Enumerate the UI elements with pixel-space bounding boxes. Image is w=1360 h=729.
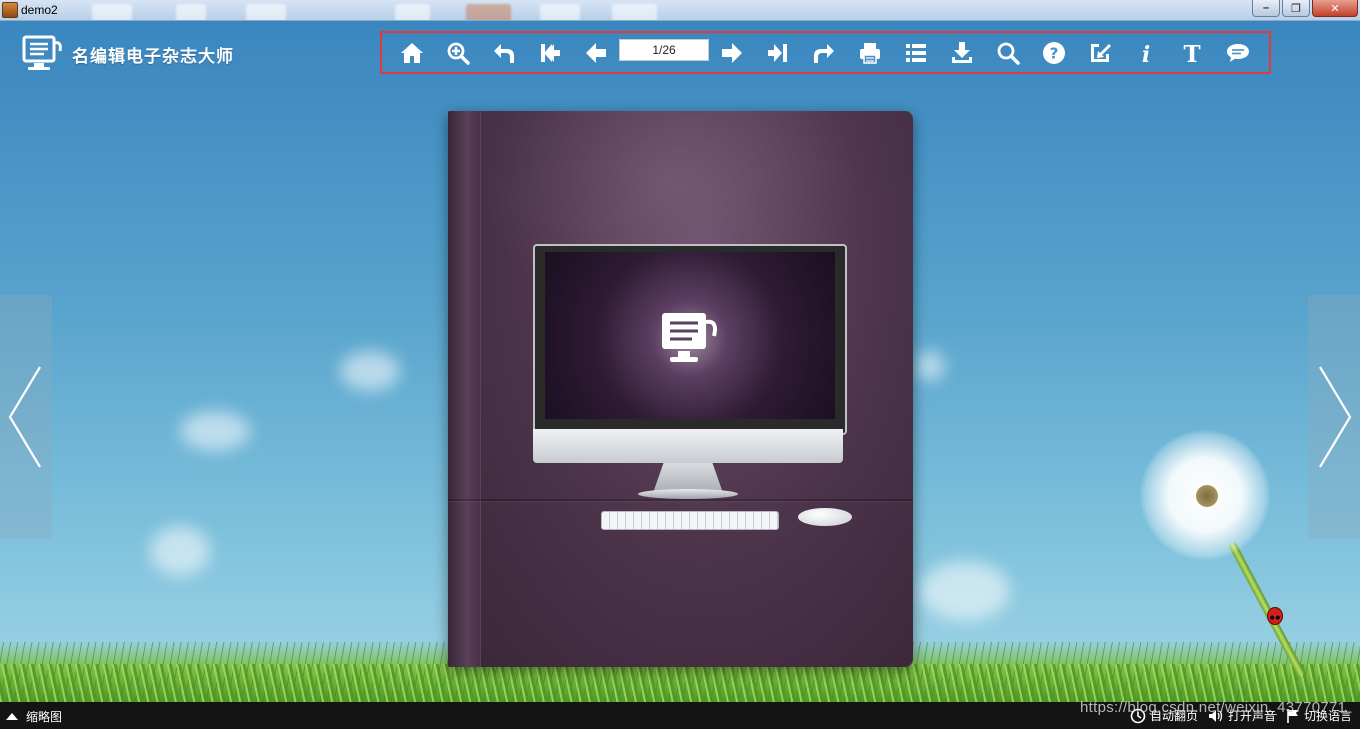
watermark-text: https://blog.csdn.net/weixin_43770771 (1080, 699, 1347, 716)
cloud (920, 561, 1010, 621)
redo-arrow-icon (814, 44, 834, 63)
keyboard-illustration (601, 511, 779, 530)
cloud (915, 351, 945, 381)
comments-button[interactable] (1223, 38, 1253, 68)
cloud (340, 351, 400, 391)
taskbar-ghost (176, 4, 206, 20)
first-page-icon (541, 44, 560, 62)
info-button[interactable]: i (1131, 38, 1161, 68)
info-icon: i (1142, 42, 1150, 65)
thumbnails-button[interactable]: 缩略图 (6, 708, 62, 725)
mouse-illustration (798, 508, 852, 526)
previous-page-button[interactable] (581, 38, 611, 68)
restore-button[interactable]: ❐ (1282, 0, 1310, 17)
search-button[interactable] (993, 38, 1023, 68)
taskbar-ghost (540, 4, 580, 20)
logo-text: 名编辑电子杂志大师 (72, 46, 234, 66)
logo-monitor-icon (22, 35, 68, 73)
export-icon (1091, 44, 1111, 62)
chevron-right-icon (1319, 366, 1352, 468)
arrow-right-icon (722, 43, 742, 63)
taskbar-ghost (612, 4, 657, 20)
close-button[interactable]: ✕ (1312, 0, 1358, 17)
zoom-in-button[interactable] (443, 38, 473, 68)
taskbar-ghost (466, 4, 511, 20)
share-button[interactable] (809, 38, 839, 68)
grass (0, 664, 1360, 702)
cloud (150, 526, 210, 576)
undo-arrow-icon (494, 44, 514, 63)
main-toolbar: 1/26 ? i T (380, 31, 1271, 74)
thumbnails-label: 缩略图 (26, 710, 63, 724)
svg-text:T: T (1183, 41, 1200, 65)
logo-monitor-icon (662, 313, 717, 362)
chevron-left-icon (8, 366, 41, 468)
table-of-contents-button[interactable] (901, 38, 931, 68)
back-button[interactable] (489, 38, 519, 68)
monitor-screen (545, 252, 835, 419)
app-icon (2, 2, 18, 18)
print-button[interactable] (855, 38, 885, 68)
last-page-icon (768, 44, 787, 62)
svg-text:i: i (1142, 42, 1150, 65)
taskbar-ghost (246, 4, 286, 20)
help-button[interactable]: ? (1039, 38, 1069, 68)
cover-divider (448, 499, 913, 501)
arrow-left-icon (586, 43, 606, 63)
next-page-side-arrow[interactable] (1308, 295, 1360, 539)
zoom-in-icon (447, 42, 470, 65)
list-icon (906, 44, 926, 62)
comment-icon (1227, 44, 1249, 62)
monitor-chin (533, 429, 843, 463)
monitor-illustration (533, 244, 847, 435)
monitor-base (638, 489, 738, 499)
magazine-cover-page[interactable] (448, 111, 913, 667)
previous-page-side-arrow[interactable] (0, 295, 52, 539)
ladybug-decoration (1267, 607, 1283, 625)
search-icon (997, 42, 1020, 65)
text-button[interactable]: T (1177, 38, 1207, 68)
home-button[interactable] (397, 38, 427, 68)
app-logo: 名编辑电子杂志大师 (22, 35, 234, 73)
window-title: demo2 (21, 3, 58, 17)
download-button[interactable] (947, 38, 977, 68)
svg-text:?: ? (1050, 45, 1059, 63)
book-spine (448, 111, 481, 667)
home-icon (401, 43, 423, 63)
help-icon: ? (1043, 42, 1065, 64)
printer-icon (860, 43, 880, 64)
text-icon: T (1183, 41, 1200, 65)
last-page-button[interactable] (763, 38, 793, 68)
download-icon (952, 42, 972, 63)
next-page-button[interactable] (717, 38, 747, 68)
export-button[interactable] (1085, 38, 1115, 68)
cloud (180, 411, 250, 451)
window-title-bar: demo2 – ❐ ✕ (0, 0, 1360, 21)
dandelion-core (1196, 485, 1218, 507)
taskbar-ghost (395, 4, 430, 20)
page-number-input[interactable]: 1/26 (619, 39, 709, 61)
eject-triangle-icon (6, 713, 18, 720)
taskbar-ghost (92, 4, 132, 20)
minimize-button[interactable]: – (1252, 0, 1280, 17)
first-page-button[interactable] (535, 38, 565, 68)
